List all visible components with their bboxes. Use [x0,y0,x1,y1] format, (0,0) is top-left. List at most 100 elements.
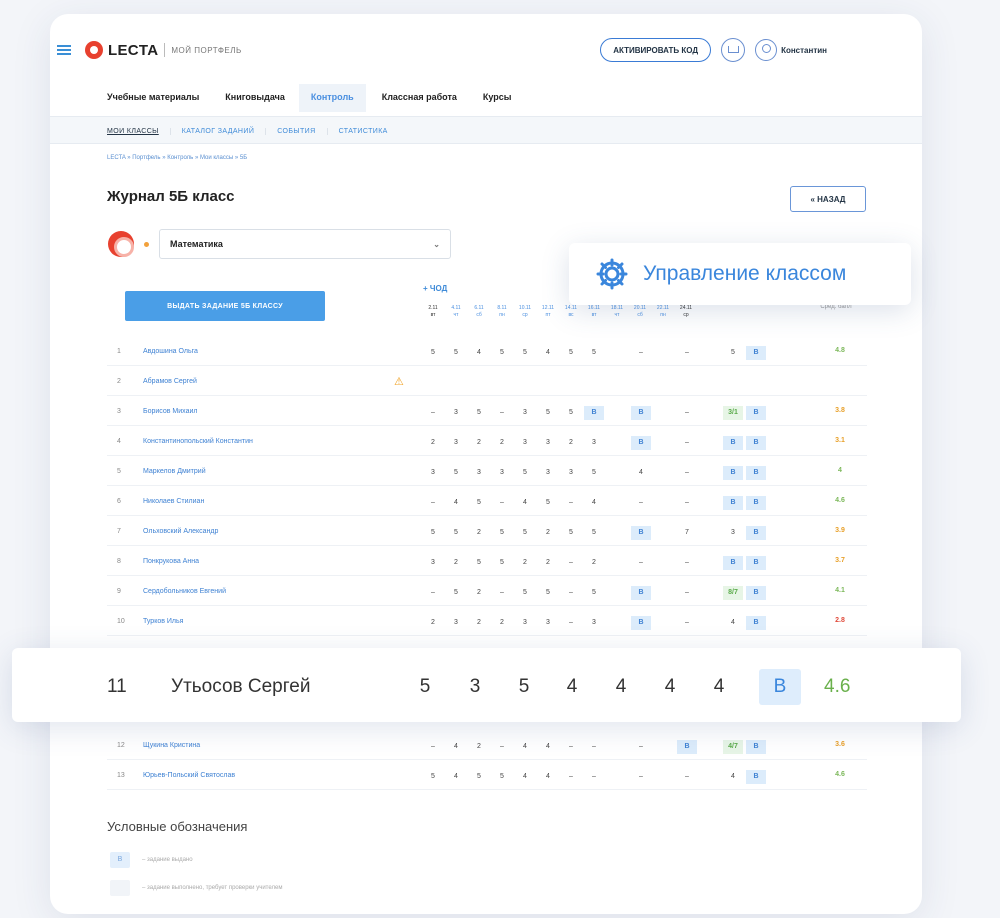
grade-cell[interactable]: В [631,586,651,600]
date-column-header[interactable]: 20.11 сб [630,305,650,319]
grade-cell[interactable]: – [677,586,697,600]
manage-class-popup[interactable]: Управление классом [569,243,911,305]
grade-cell[interactable]: 5 [469,770,489,784]
grade-cell[interactable]: – [561,496,581,510]
grade-cell[interactable]: В [746,466,766,480]
grade-cell[interactable]: – [423,496,443,510]
subject-select[interactable]: Математика ⌄ [159,229,451,259]
grade-cell[interactable]: 3 [446,616,466,630]
grade-cell[interactable]: 4 [515,770,535,784]
date-column-header[interactable]: 6.11 сб [469,305,489,319]
grade-cell[interactable]: 5 [492,346,512,360]
nav-item-book-issue[interactable]: Книговыдача [225,84,297,112]
date-column-header[interactable]: 12.11 пт [538,305,558,319]
grade-cell[interactable]: – [492,406,512,420]
grade-cell[interactable]: 2 [492,436,512,450]
grade-cell[interactable]: 5 [584,346,604,360]
grade-cell[interactable]: 2 [492,616,512,630]
grade-cell[interactable]: 4 [469,346,489,360]
grade-cell[interactable]: 5 [538,496,558,510]
grade-cell[interactable]: 5 [538,586,558,600]
add-date-link[interactable]: + ЧОД [423,284,447,293]
grade-cell[interactable]: 5 [538,406,558,420]
grade-cell[interactable]: 2 [584,556,604,570]
grade-cell[interactable]: 4 [704,676,734,698]
table-row[interactable]: 13 Юрьев-Польский Святослав 5 4 5 5 4 4– – – –4 В 4.… [107,762,867,790]
grade-cell[interactable]: – [492,496,512,510]
grade-cell[interactable]: 5 [515,526,535,540]
grade-cell[interactable]: 5 [492,526,512,540]
grade-cell[interactable] [561,376,581,390]
grade-cell[interactable]: 5 [410,676,440,698]
date-column-header[interactable]: 2.11 вт [423,305,443,319]
grade-cell[interactable]: В [746,526,766,540]
grade-cell[interactable]: 4 [557,676,587,698]
user-menu[interactable]: Константин [755,39,827,61]
grade-cell[interactable]: 5 [561,346,581,360]
grade-cell[interactable]: В [746,496,766,510]
student-name[interactable]: Щукина Кристина [143,742,200,749]
grade-cell[interactable]: 2 [515,556,535,570]
grade-cell[interactable]: – [677,346,697,360]
grade-cell[interactable]: – [423,740,443,754]
grade-cell[interactable]: 2 [561,436,581,450]
grade-cell[interactable]: 3 [446,436,466,450]
grade-cell[interactable]: 3 [561,466,581,480]
grade-cell[interactable]: – [631,740,651,754]
grade-cell[interactable]: 5 [423,526,443,540]
grade-cell[interactable]: 8/7 [723,586,743,600]
student-name[interactable]: Понкрукова Анна [143,558,199,565]
assign-task-button[interactable]: ВЫДАТЬ ЗАДАНИЕ 5Б КЛАССУ [125,291,325,321]
table-row[interactable]: 9 Сердобольников Евгений –5 2–5 5–5 В –8/7 В 4.1 [107,578,867,606]
grade-cell[interactable]: 2 [469,526,489,540]
grade-cell[interactable]: В [746,346,766,360]
grade-cell[interactable]: – [677,436,697,450]
grade-cell[interactable]: 5 [446,466,466,480]
grade-cell[interactable]: В [746,556,766,570]
menu-icon[interactable] [57,45,71,55]
grade-cell[interactable]: – [677,770,697,784]
grade-cell[interactable]: 7 [677,526,697,540]
grade-cell[interactable]: 5 [515,466,535,480]
grade-cell[interactable]: В [723,436,743,450]
grade-cell[interactable]: – [677,616,697,630]
grade-cell[interactable]: 3/1 [723,406,743,420]
table-row[interactable]: 5 Маркелов Дмитрий 3 5 3 3 5 3 3 5 4– В В 4 [107,458,867,486]
grade-cell[interactable]: В [746,406,766,420]
student-name[interactable]: Николаев Стилиан [143,498,204,505]
grade-cell[interactable]: В [723,466,743,480]
grade-cell[interactable]: – [492,586,512,600]
grade-cell[interactable]: В [584,406,604,420]
grade-cell[interactable]: 4 [631,466,651,480]
grade-cell[interactable]: 3 [584,616,604,630]
grade-cell[interactable]: 4 [723,770,743,784]
grade-cell[interactable]: 2 [469,436,489,450]
back-button[interactable]: « НАЗАД [790,186,866,212]
nav-item-materials[interactable]: Учебные материалы [107,84,211,112]
grade-cell[interactable] [746,376,766,390]
subnav-events[interactable]: СОБЫТИЯ [265,127,326,135]
grade-cell[interactable] [492,376,512,390]
grade-cell[interactable]: – [677,406,697,420]
cart-icon[interactable] [721,38,746,62]
grade-cell[interactable]: 4 [446,740,466,754]
grade-cell[interactable]: 2 [446,556,466,570]
grade-cell[interactable]: В [723,496,743,510]
grade-cell[interactable]: 3 [515,436,535,450]
grade-cell[interactable]: 4 [515,496,535,510]
grade-cell[interactable]: 5 [469,556,489,570]
grade-cell[interactable]: 3 [538,616,558,630]
grade-cell[interactable] [723,376,743,390]
grade-cell[interactable]: 5 [423,346,443,360]
grade-cell[interactable]: 5 [561,406,581,420]
grade-cell[interactable]: 4 [723,616,743,630]
grade-cell[interactable]: 3 [515,616,535,630]
grade-cell[interactable]: 5 [423,770,443,784]
grade-cell[interactable]: – [561,616,581,630]
subnav-statistics[interactable]: СТАТИСТИКА [326,127,399,135]
student-name[interactable]: Сердобольников Евгений [143,588,226,595]
grade-cell[interactable]: 5 [584,466,604,480]
grade-cell[interactable]: 2 [423,616,443,630]
grade-cell[interactable]: – [677,556,697,570]
grade-cell[interactable]: 3 [446,406,466,420]
